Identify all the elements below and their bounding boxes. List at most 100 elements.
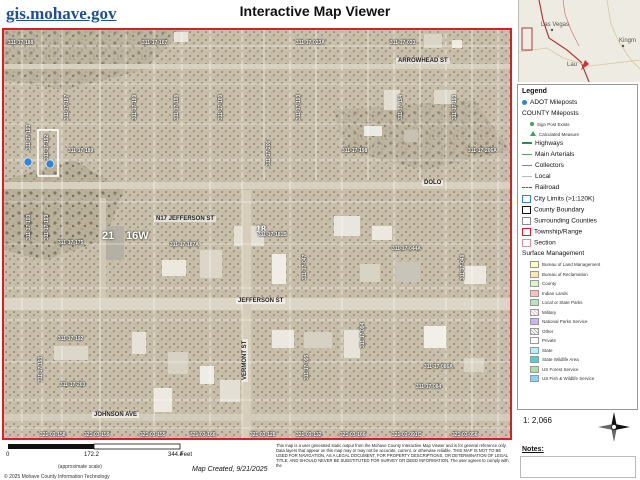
legend-item-label: Local <box>535 173 551 180</box>
legend-item: Section <box>522 239 556 247</box>
parcel-label: 321-03-166 <box>190 432 216 438</box>
parcel-label: 311-17-047 <box>302 254 308 280</box>
parcel-label: 311-17-189 <box>218 94 224 120</box>
legend-symbol <box>530 261 539 268</box>
legend-item: Other <box>530 327 553 335</box>
legend-item-label: Bureau of Land Management <box>542 262 601 268</box>
legend-item: Bureau of Reclamation <box>530 270 588 278</box>
parcel-label: 311-17-193 <box>38 356 44 382</box>
legend-symbol <box>522 206 531 214</box>
legend-item: US Forest Service <box>530 365 579 373</box>
township-label: 21 <box>102 230 115 242</box>
site-link[interactable]: gis.mohave.gov <box>6 4 117 24</box>
legend-symbol <box>530 346 539 354</box>
legend-symbol <box>530 318 539 325</box>
parcel-label: 321-03-091C <box>392 432 422 438</box>
parcel-label: 311-17-189 <box>132 94 138 120</box>
parcel-label: 311-17-203 <box>60 382 86 388</box>
legend-item: ADOT Mileposts <box>522 99 577 106</box>
parcel-label: 311-17-188 <box>8 40 34 46</box>
legend-item: COUNTY Mileposts <box>522 110 579 117</box>
scale-readout: 1: 2,066 <box>523 416 552 425</box>
legend-item: US Fish & Wildlife Service <box>530 375 594 382</box>
legend-item: Township/Range <box>522 228 582 236</box>
legend-item: Local or State Parks <box>530 299 583 306</box>
legend-symbol <box>530 299 539 306</box>
legend-item: Surface Management <box>522 250 584 257</box>
parcel-label: 311-17-175 <box>58 240 84 246</box>
legend-symbol <box>522 153 532 155</box>
parcel-label: 311-17-187 <box>142 40 168 46</box>
parcel-label: 311-17-189 <box>68 148 94 154</box>
legend-item-label: Indian Lands <box>542 290 568 296</box>
legend-panel: Legend ADOT Mileposts COUNTY Mileposts Sig… <box>517 84 638 410</box>
legend-item-label: COUNTY Mileposts <box>522 110 579 117</box>
parcel-label: 311-17-181B <box>258 232 287 238</box>
legend-item: Military <box>530 308 556 316</box>
legend-symbol <box>522 239 531 247</box>
legend-item: Main Arterials <box>522 151 574 158</box>
legend-item-label: Railroad <box>535 184 560 191</box>
parcel-label: 311-17-206 <box>266 140 272 166</box>
street-label-jefferson: JEFFERSON ST <box>236 298 286 304</box>
legend-item: Bureau of Land Management <box>530 261 600 268</box>
street-label-vermont: VERMONT ST <box>242 338 248 382</box>
street-label-jefferson-n17: N17 JEFFERSON ST <box>154 216 217 222</box>
legend-item: State <box>530 346 553 354</box>
legend-symbol <box>522 142 532 145</box>
legend-symbol <box>530 122 534 127</box>
legend-item-label: State <box>542 347 553 353</box>
parcel-label: 311-17-187A <box>170 242 199 248</box>
parcel-label: 321-03-159 <box>84 432 110 438</box>
parcel-label: 311-17-193 <box>452 94 458 120</box>
legend-symbol <box>522 99 527 105</box>
legend-item-label: Private <box>542 338 557 344</box>
legend-item-label: County Boundary <box>534 206 585 214</box>
legend-item: Local <box>522 173 551 180</box>
legend-item: County Boundary <box>522 206 584 214</box>
parcel-label: 311-17-193 <box>26 214 32 240</box>
parcel-label: 311-17-048 <box>460 254 466 280</box>
parcel-label: 311-17-094 <box>360 322 366 348</box>
legend-title: Legend <box>522 88 547 95</box>
legend-symbol <box>530 327 539 335</box>
street-label-dolo: DOLO <box>422 180 444 186</box>
parcel-label: 311-17-193 <box>26 124 32 150</box>
legend-symbol <box>530 131 536 137</box>
notes-label: Notes: <box>522 446 544 453</box>
parcel-label: 321-03-128 <box>250 432 276 438</box>
legend-symbol <box>530 280 539 287</box>
legend-symbol <box>522 195 531 203</box>
legend-item-label: County <box>542 281 557 287</box>
parcel-label: 311-17-023A <box>296 40 325 46</box>
parcel-label: 321-03-155 <box>140 432 166 438</box>
inset-label-kingman: Kingm <box>619 38 637 44</box>
notes-box <box>520 456 636 478</box>
parcel-label: 321-03-158 <box>40 432 66 438</box>
legend-item-label: ADOT Mileposts <box>530 99 578 106</box>
parcel-label: 311-17-086A <box>424 364 453 370</box>
aerial-imagery <box>4 30 510 438</box>
legend-item-label: Local or State Parks <box>542 300 583 306</box>
inset-label-las-vegas: Las Vegas <box>541 22 570 28</box>
map-view[interactable]: ARROWHEAD ST DOLO N17 JEFFERSON ST JEFFE… <box>2 28 512 440</box>
legend-item-label: Main Arterials <box>535 151 575 158</box>
legend-item: State Wildlife Area <box>530 356 579 363</box>
legend-symbol <box>522 186 532 188</box>
parcel-label: 311-17-187 <box>64 94 70 120</box>
inset-label-lau: Lau <box>567 62 578 68</box>
legend-item: County <box>530 280 556 287</box>
legend-symbol <box>522 228 531 236</box>
parcel-label: 311-17-192 <box>58 336 84 342</box>
parcel-label: 311-17-084 <box>416 384 442 390</box>
parcel-label: 311-17-193 <box>44 214 50 240</box>
legend-symbol <box>530 365 539 373</box>
legend-item-label: City Limits (>1:120K) <box>534 195 595 203</box>
scale-tick-0: 0 <box>6 452 10 458</box>
north-arrow-icon <box>598 412 630 442</box>
parcel-label: 311-17-193 <box>296 94 302 120</box>
legend-item: Surrounding Counties <box>522 217 597 225</box>
map-created-date: Map Created, 9/21/2025 <box>192 466 268 473</box>
legend-symbol <box>530 375 539 382</box>
parcel-label: 311-17-033 <box>390 40 416 46</box>
